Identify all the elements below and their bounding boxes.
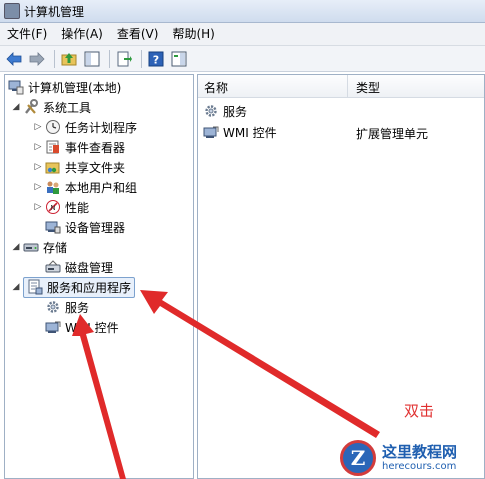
forward-arrow-icon (29, 51, 45, 66)
back-arrow-icon (6, 51, 22, 66)
tree-item-wmi-control[interactable]: WMI 控件 (45, 317, 119, 337)
svg-text:N: N (50, 204, 55, 212)
gear-icon (45, 299, 61, 315)
annotation-double-click: 双击 (404, 402, 435, 420)
collapse-triangle-icon[interactable]: ◢ (11, 102, 21, 112)
expand-triangle-icon[interactable]: ▷ (33, 142, 43, 152)
tree-item-root[interactable]: 计算机管理(本地) (8, 77, 121, 97)
menu-help[interactable]: 帮助(H) (165, 23, 221, 45)
up-level-button[interactable] (59, 49, 79, 69)
column-header-name[interactable]: 名称 (204, 79, 228, 96)
toolbar-separator (54, 49, 55, 68)
column-divider[interactable] (347, 75, 348, 97)
tools-icon (23, 99, 39, 115)
title-bar: 计算机管理 (0, 0, 485, 23)
export-list-icon (117, 51, 132, 66)
list-item-type: 扩展管理单元 (356, 127, 429, 141)
performance-icon: N (45, 199, 61, 215)
list-header: 名称 类型 (198, 75, 484, 98)
properties-panel-icon (171, 51, 187, 66)
menu-view[interactable]: 查看(V) (110, 23, 166, 45)
watermark-logo: Z 这里教程网 herecours.com (340, 437, 485, 479)
users-icon (45, 179, 61, 195)
window-title: 计算机管理 (24, 4, 85, 19)
toolbar-separator (109, 49, 110, 68)
site-logo-icon: Z (340, 440, 376, 476)
up-folder-icon (61, 52, 77, 65)
back-button[interactable] (4, 49, 24, 69)
toolbar-separator (141, 49, 142, 68)
expand-triangle-icon[interactable]: ▷ (33, 162, 43, 172)
collapse-triangle-icon[interactable]: ◢ (11, 282, 21, 292)
tree-item-event-viewer[interactable]: ▷ 事件查看器 (33, 137, 125, 157)
computer-management-icon (8, 79, 24, 95)
svg-text:?: ? (153, 53, 159, 66)
tree-item-services-and-applications[interactable]: ◢ 服务和应用程序 (11, 276, 136, 298)
wmi-control-icon (45, 319, 61, 335)
wmi-control-icon (203, 124, 219, 140)
tree-item-local-users[interactable]: ▷ 本地用户和组 (33, 177, 137, 197)
show-hide-tree-button[interactable] (82, 49, 102, 69)
expand-triangle-icon[interactable]: ▷ (33, 122, 43, 132)
properties-panel-button[interactable] (169, 49, 189, 69)
help-button[interactable]: ? (146, 49, 166, 69)
watermark-url: herecours.com (382, 460, 457, 472)
list-item-name: 服务 (223, 104, 248, 119)
expand-triangle-icon[interactable]: ▷ (33, 202, 43, 212)
console-tree: 计算机管理(本地) ◢ 系统工具 ▷ 任务计划程序 ▷ 事件查看器 ▷ 共享文件… (4, 74, 194, 479)
computer-management-icon (4, 3, 20, 19)
tree-item-task-scheduler[interactable]: ▷ 任务计划程序 (33, 117, 137, 137)
expand-triangle-icon[interactable]: ▷ (33, 182, 43, 192)
clock-icon (45, 119, 61, 135)
tree-item-system-tools[interactable]: ◢ 系统工具 (11, 97, 91, 117)
shared-folder-icon (45, 159, 61, 175)
tree-item-device-manager[interactable]: 设备管理器 (45, 217, 125, 237)
disk-management-icon (45, 259, 61, 275)
toolbar: ? (0, 46, 485, 72)
list-item-wmi-control[interactable]: WMI 控件 (203, 122, 277, 142)
show-hide-tree-icon (84, 51, 100, 66)
watermark-site-name: 这里教程网 (382, 443, 458, 462)
menu-file[interactable]: 文件(F) (0, 23, 54, 45)
column-header-type[interactable]: 类型 (356, 79, 380, 96)
forward-button[interactable] (27, 49, 47, 69)
details-list: 名称 类型 服务 WMI 控件 扩展管理单元 (197, 74, 485, 479)
collapse-triangle-icon[interactable]: ◢ (11, 242, 21, 252)
export-list-button[interactable] (114, 49, 134, 69)
list-item-name: WMI 控件 (223, 125, 277, 140)
selected-item-frame: 服务和应用程序 (23, 276, 136, 298)
event-viewer-icon (45, 139, 61, 155)
help-icon: ? (148, 51, 164, 66)
gear-icon (203, 103, 219, 119)
tree-item-storage[interactable]: ◢ 存储 (11, 237, 67, 257)
menu-action[interactable]: 操作(A) (54, 23, 110, 45)
tree-item-disk-management[interactable]: 磁盘管理 (45, 257, 113, 277)
tree-item-performance[interactable]: ▷ N 性能 (33, 197, 89, 217)
list-item-services[interactable]: 服务 (203, 101, 247, 121)
services-apps-icon (27, 279, 43, 295)
menu-bar: 文件(F) 操作(A) 查看(V) 帮助(H) (0, 23, 485, 46)
tree-item-shared-folders[interactable]: ▷ 共享文件夹 (33, 157, 125, 177)
storage-icon (23, 239, 39, 255)
tree-item-services[interactable]: 服务 (45, 297, 89, 317)
device-manager-icon (45, 219, 61, 235)
